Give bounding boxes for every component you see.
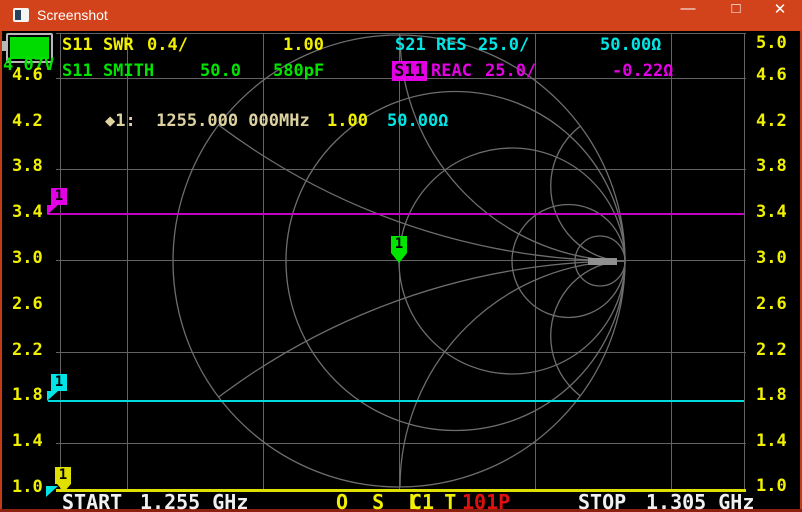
marker-readout-swr: 1.00 bbox=[327, 112, 368, 131]
axis-tick: 3.0 bbox=[756, 249, 787, 268]
trace-res-scale: 25.0/ bbox=[478, 36, 529, 55]
marker-flag-reac: 1 bbox=[51, 188, 67, 205]
screenshot-window: Screenshot — □ ✕ bbox=[0, 0, 802, 512]
axis-tick: 1.8 bbox=[756, 386, 787, 405]
stop-value: 1.305 GHz bbox=[646, 493, 754, 512]
stop-label: STOP bbox=[578, 493, 626, 512]
start-label: START bbox=[62, 493, 122, 512]
axis-tick: 2.6 bbox=[756, 295, 787, 314]
trace-res-line bbox=[48, 400, 744, 402]
marker-readout-impedance: 50.00Ω bbox=[387, 112, 448, 131]
axis-tick: 3.4 bbox=[12, 203, 43, 222]
trace-smith-label: S11 SMITH bbox=[62, 62, 154, 81]
axis-tick: 2.2 bbox=[756, 341, 787, 360]
marker-flag-smith-tail bbox=[391, 253, 407, 263]
start-value: 1.255 GHz bbox=[140, 493, 248, 512]
trace-swr-value: 1.00 bbox=[283, 36, 324, 55]
axis-tick: 3.0 bbox=[12, 249, 43, 268]
trace-reac-line bbox=[48, 213, 744, 215]
sweep-points: 101P bbox=[462, 493, 510, 512]
battery-terminal bbox=[2, 41, 6, 51]
axis-tick: 1.0 bbox=[756, 477, 787, 496]
axis-tick: 2.2 bbox=[12, 341, 43, 360]
marker-readout-freq: ◆1: 1255.000 000MHz bbox=[105, 112, 310, 131]
trace-reac-scale: 25.0/ bbox=[485, 62, 536, 81]
trace-reac-value: -0.22Ω bbox=[612, 62, 673, 81]
cal-status: O S L T bbox=[336, 493, 462, 512]
axis-tick: 2.6 bbox=[12, 295, 43, 314]
marker-flag-res-tail bbox=[47, 391, 58, 401]
axis-tick: 3.8 bbox=[756, 157, 787, 176]
active-channel-badge: S11 bbox=[392, 61, 427, 81]
marker-flag-reac-tail bbox=[47, 205, 58, 215]
trace-res-label: S21 RES bbox=[395, 36, 467, 55]
axis-tick: 1.4 bbox=[12, 432, 43, 451]
trace-reac-label: REAC bbox=[431, 62, 472, 81]
marker-flag-swr: 1 bbox=[55, 467, 71, 484]
axis-tick: 1.8 bbox=[12, 386, 43, 405]
trace-smith-value: 580pF bbox=[273, 62, 324, 81]
smith-trace-segment bbox=[588, 258, 617, 265]
smith-r-circle bbox=[286, 92, 625, 431]
trace-swr-scale: 0.4/ bbox=[147, 36, 188, 55]
axis-tick: 4.2 bbox=[756, 112, 787, 131]
axis-tick: 3.8 bbox=[12, 157, 43, 176]
cal-slot: C1 bbox=[410, 493, 434, 512]
axis-tick: 4.6 bbox=[756, 66, 787, 85]
axis-tick: 3.4 bbox=[756, 203, 787, 222]
trace-smith-scale: 50.0 bbox=[200, 62, 241, 81]
axis-tick: 1.4 bbox=[756, 432, 787, 451]
axis-tick: 5.0 bbox=[756, 34, 787, 53]
axis-tick: 4.2 bbox=[12, 112, 43, 131]
marker-flag-res: 1 bbox=[51, 374, 67, 391]
axis-tick: 1.0 bbox=[12, 478, 43, 497]
trace-res-value: 50.00Ω bbox=[600, 36, 661, 55]
trace-swr-label: S11 SWR bbox=[62, 36, 134, 55]
marker-flag-smith: 1 bbox=[391, 236, 407, 253]
axis-tick: 4.6 bbox=[12, 66, 43, 85]
